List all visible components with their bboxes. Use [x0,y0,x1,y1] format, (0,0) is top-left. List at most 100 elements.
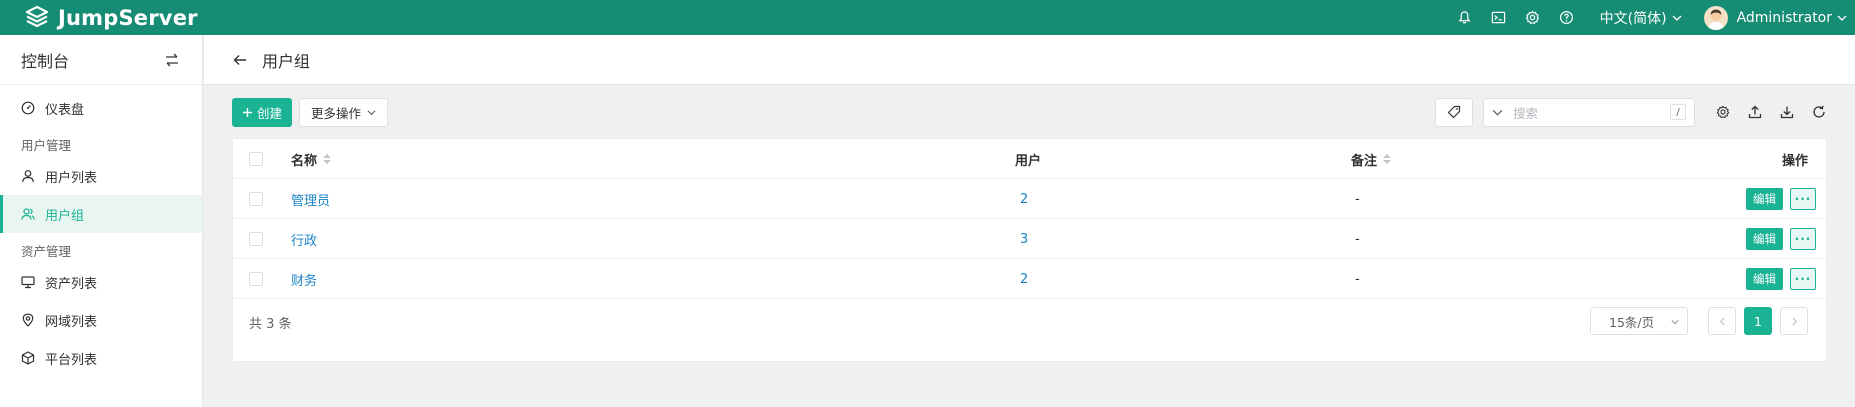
page-size-label: 15条/页 [1609,314,1655,330]
page-header: 用户组 [204,35,1855,85]
more-actions-dropdown[interactable]: 更多操作 [299,97,389,127]
sidebar-group-label: 用户管理 [21,138,72,153]
switch-view-icon[interactable] [164,52,180,68]
sidebar-item-domain-list[interactable]: 网域列表 [0,301,202,339]
user-count-link[interactable]: 2 [1020,192,1028,207]
sidebar-header: 控制台 [0,35,202,85]
chevron-right-icon [1791,316,1797,326]
more-options-button[interactable]: ··· [1790,188,1816,210]
upload-icon[interactable] [1747,104,1763,120]
row-checkbox[interactable] [249,232,263,246]
page-title: 用户组 [262,51,311,71]
sidebar-item-label: 用户组 [45,208,85,224]
more-options-button[interactable]: ··· [1790,268,1816,290]
chevron-down-icon [1671,320,1679,325]
table-header: 名称 用户 备注 操作 [233,139,1826,179]
download-icon[interactable] [1779,104,1795,120]
page-number-current[interactable]: 1 [1744,307,1772,335]
group-name-link[interactable]: 财务 [291,270,317,289]
avatar [1703,5,1728,30]
user-icon [22,170,34,183]
sidebar-item-label: 用户列表 [45,170,98,186]
comment-text: - [1355,231,1360,247]
sidebar-item-platform-list[interactable]: 平台列表 [0,339,202,377]
chevron-down-icon [367,109,376,115]
more-actions-label: 更多操作 [311,105,362,121]
sidebar-group-label: 资产管理 [21,244,72,259]
sidebar-item-user-list[interactable]: 用户列表 [0,157,202,195]
dashboard-icon [21,101,35,115]
chevron-down-icon [1672,15,1682,21]
edit-button[interactable]: 编辑 [1746,188,1783,210]
search-placeholder: 搜索 [1513,105,1539,121]
table-row: 财务 2 - 编辑 ··· [233,259,1826,299]
sidebar-item-label: 仪表盘 [45,102,85,118]
chevron-left-icon [1719,316,1725,326]
group-name-link[interactable]: 管理员 [291,190,330,209]
sidebar-item-label: 资产列表 [45,276,98,292]
total-count: 共 3 条 [249,317,292,332]
create-button[interactable]: 创建 [232,97,293,127]
table-card: 名称 用户 备注 操作 管理员 2 - 编辑 ··· 行政 3 - 编辑 ··· [232,138,1827,362]
sidebar-item-dashboard[interactable]: 仪表盘 [0,89,202,127]
table-row: 管理员 2 - 编辑 ··· [233,179,1826,219]
language-selector[interactable]: 中文(简体) [1600,8,1682,28]
settings-icon[interactable] [1715,104,1731,120]
column-header-actions: 操作 [1782,139,1808,179]
create-button-label: 创建 [257,105,283,121]
row-checkbox[interactable] [249,192,263,206]
jumpserver-logo-icon [25,5,49,27]
sort-icon[interactable] [323,154,332,164]
column-header-name[interactable]: 名称 [291,139,332,179]
tag-icon [1447,105,1461,119]
edit-button[interactable]: 编辑 [1746,268,1783,290]
pagination-bar: 共 3 条 15条/页 1 [233,301,1826,341]
user-menu[interactable]: Administrator [1703,5,1847,30]
search-input[interactable]: 搜索 / [1483,97,1695,127]
users-icon [21,208,35,220]
language-label: 中文(简体) [1599,10,1667,27]
logo[interactable]: JumpServer [24,5,198,31]
next-page-button[interactable] [1780,307,1808,335]
location-icon [22,313,34,327]
edit-button[interactable]: 编辑 [1746,228,1783,250]
column-header-comment[interactable]: 备注 [1351,139,1392,179]
more-options-button[interactable]: ··· [1790,228,1816,250]
search-shortcut-hint: / [1670,104,1686,120]
group-name-link[interactable]: 行政 [291,230,317,249]
plus-icon [243,107,252,117]
row-checkbox[interactable] [249,272,263,286]
help-icon[interactable] [1559,10,1575,26]
tag-filter-button[interactable] [1435,97,1473,127]
user-count-link[interactable]: 2 [1020,272,1028,287]
chevron-down-icon [1837,15,1847,21]
column-header-label: 操作 [1781,153,1808,169]
table-row: 行政 3 - 编辑 ··· [233,219,1826,259]
chevron-down-icon[interactable] [1492,107,1503,118]
bell-icon[interactable] [1457,10,1473,26]
monitor-icon [21,276,35,289]
sidebar-title: 控制台 [21,51,70,71]
table-toolbar: 创建 更多操作 搜索 / [232,97,1827,127]
sidebar-item-asset-list[interactable]: 资产列表 [0,263,202,301]
box-icon [21,351,35,365]
sort-icon[interactable] [1383,154,1392,164]
back-arrow-icon[interactable] [232,52,248,68]
gear-icon[interactable] [1525,10,1541,26]
prev-page-button[interactable] [1708,307,1736,335]
user-count-link[interactable]: 3 [1020,232,1028,247]
column-header-label: 用户 [1015,153,1042,169]
refresh-icon[interactable] [1811,104,1827,120]
page-size-select[interactable]: 15条/页 [1590,307,1688,335]
select-all-checkbox[interactable] [249,152,263,166]
user-name: Administrator [1736,9,1832,26]
sidebar-item-user-group[interactable]: 用户组 [0,195,202,233]
sidebar-item-label: 平台列表 [45,352,98,368]
column-header-users: 用户 [1015,139,1041,179]
comment-text: - [1355,271,1360,287]
top-navbar: JumpServer 中文(简体) Administrator [0,0,1855,35]
terminal-icon[interactable] [1491,10,1507,26]
column-header-label: 备注 [1351,153,1378,169]
sidebar-item-label: 网域列表 [45,314,98,330]
comment-text: - [1355,191,1360,207]
